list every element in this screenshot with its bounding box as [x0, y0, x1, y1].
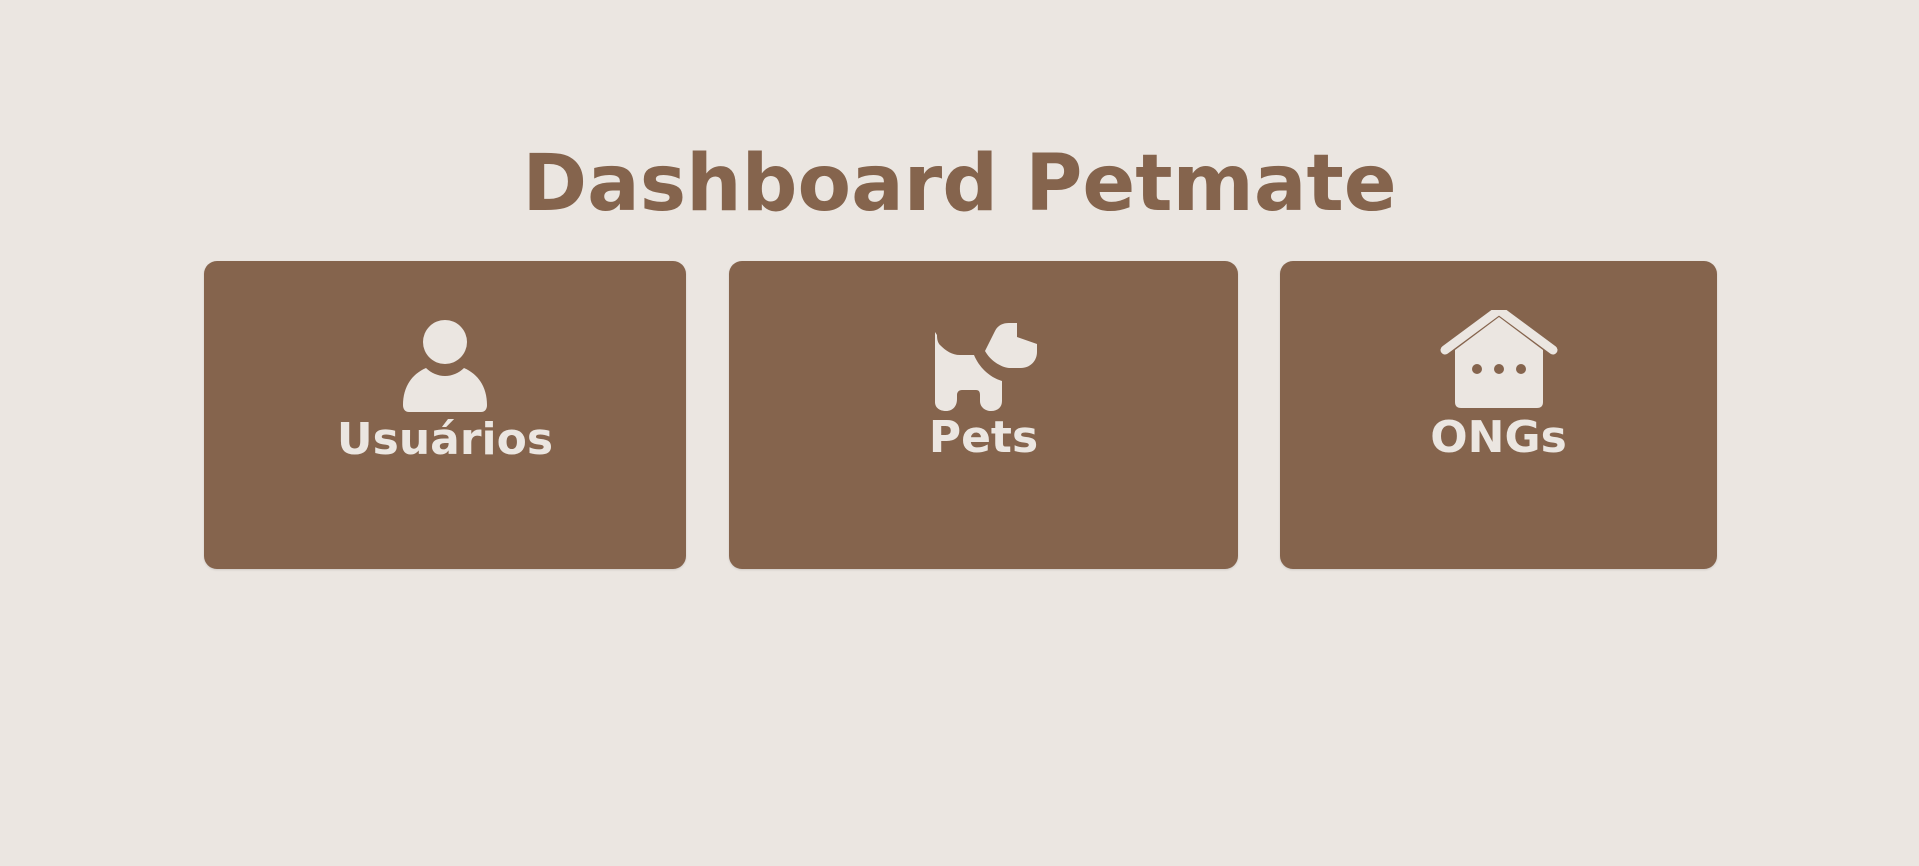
card-label-usuarios: Usuários	[336, 414, 554, 465]
card-label-pets: Pets	[928, 412, 1039, 463]
card-label-ongs: ONGs	[1430, 412, 1567, 463]
card-usuarios[interactable]: Usuários	[204, 261, 686, 569]
card-pets[interactable]: Pets	[729, 261, 1238, 569]
card-ongs[interactable]: ONGs	[1280, 261, 1717, 569]
dog-icon	[929, 317, 1039, 411]
user-icon	[402, 317, 488, 413]
page-title: Dashboard Petmate	[522, 139, 1397, 229]
house-icon	[1439, 310, 1559, 409]
